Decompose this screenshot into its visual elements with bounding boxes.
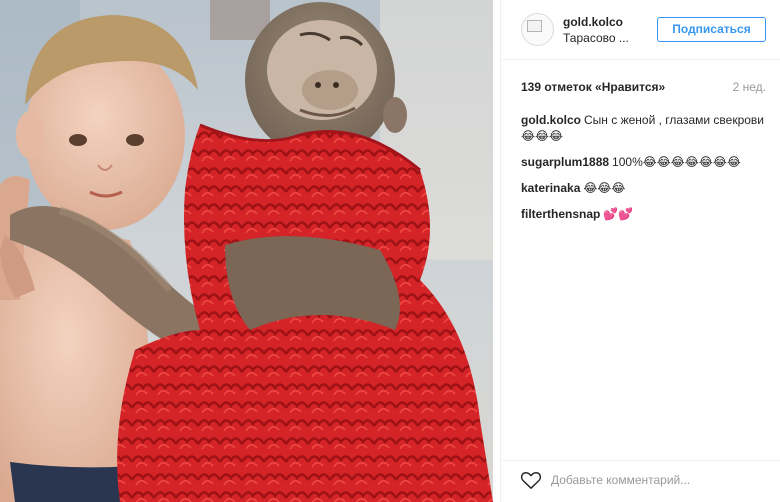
comment-author[interactable]: gold.kolco bbox=[521, 113, 581, 127]
comments-list: gold.kolco Сын с женой , глазами свекрови… bbox=[521, 112, 766, 232]
comment-text: 💕💕 bbox=[603, 207, 634, 221]
post-username[interactable]: gold.kolco bbox=[563, 15, 623, 29]
likes-count[interactable]: 139 отметок «Нравится» bbox=[521, 80, 665, 94]
broken-image-icon bbox=[527, 20, 542, 32]
heart-outline-icon[interactable] bbox=[520, 470, 542, 490]
comment-input[interactable] bbox=[551, 469, 766, 491]
comment-author[interactable]: sugarplum1888 bbox=[521, 155, 609, 169]
photo-illustration bbox=[0, 0, 493, 502]
list-item: gold.kolco Сын с женой , глазами свекрови… bbox=[521, 112, 766, 144]
comment-bar bbox=[501, 460, 780, 502]
follow-button[interactable]: Подписаться bbox=[657, 17, 766, 42]
comment-author[interactable]: katerinaka bbox=[521, 181, 580, 195]
list-item: filterthensnap 💕💕 bbox=[521, 206, 766, 222]
comment-author[interactable]: filterthensnap bbox=[521, 207, 600, 221]
post-location[interactable]: Тарасово ... bbox=[563, 31, 629, 45]
list-item: katerinaka 😂😂😂 bbox=[521, 180, 766, 196]
post-time[interactable]: 2 нед. bbox=[733, 80, 766, 94]
comment-text: 😂😂😂 bbox=[583, 181, 626, 195]
post-side-panel: gold.kolco Тарасово ... Подписаться 139 … bbox=[500, 0, 780, 502]
likes-row: 139 отметок «Нравится» 2 нед. bbox=[521, 80, 766, 96]
comment-text: 100%😂😂😂😂😂😂😂 bbox=[612, 155, 741, 169]
avatar[interactable] bbox=[521, 13, 554, 46]
post-photo[interactable] bbox=[0, 0, 493, 502]
post-header: gold.kolco Тарасово ... Подписаться bbox=[501, 0, 780, 60]
list-item: sugarplum1888 100%😂😂😂😂😂😂😂 bbox=[521, 154, 766, 170]
